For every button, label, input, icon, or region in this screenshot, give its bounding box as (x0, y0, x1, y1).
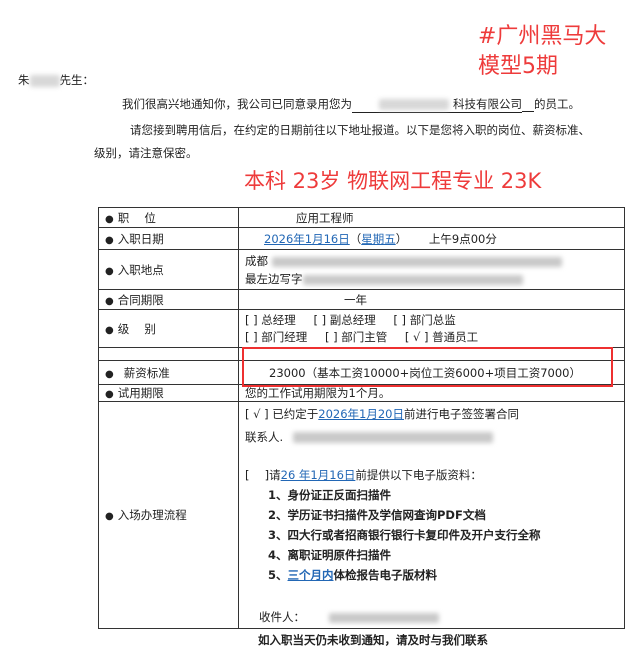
paragraph-1: 我们很高兴地通知你，我公司已同意录用您为 科技有限公司 的员工。 (122, 97, 580, 113)
level-option-director[interactable]: [ ] 部门总监 (393, 313, 455, 327)
level-option-staff[interactable]: [ √ ] 普通员工 (405, 330, 478, 344)
overlay-tag-line2: 模型5期 (478, 54, 558, 79)
bullet-icon: ● (105, 389, 114, 400)
level-option-supervisor[interactable]: [ ] 部门主管 (325, 330, 387, 344)
salary-highlight-box (242, 347, 613, 387)
doc-item-5: 5、三个月内体检报告电子版材料 (268, 568, 438, 582)
redacted-name (29, 74, 60, 87)
start-time: 上午9点00分 (428, 231, 497, 246)
bullet-icon: ● (105, 234, 114, 246)
start-weekday[interactable]: 星期五 (361, 232, 396, 246)
doc-item-4: 4、离职证明原件扫描件 (268, 548, 392, 562)
bullet-icon: ● (105, 368, 114, 380)
bullet-icon: ● (105, 511, 114, 522)
doc-item-3: 3、四大行或者招商银行银行卡复印件及开户支行全称 (268, 528, 541, 542)
probation-value: 您的工作试用期限为1个月。 (245, 386, 391, 400)
redacted-address-1 (271, 256, 562, 267)
row-level: ● 级 别 [ ] 总经理 [ ] 副总经理 [ ] 部门总监 [ ] 部门经理 … (98, 309, 625, 348)
contract-sign-date[interactable]: 2026年1月20日 (318, 407, 404, 421)
redacted-receiver (328, 612, 439, 623)
row-contract: ● 合同期限 一年 (98, 289, 625, 310)
contract-value: 一年 (344, 292, 367, 307)
redacted-company (379, 99, 449, 110)
paragraph-2-line2: 级别，请注意保密。 (94, 146, 198, 160)
bullet-icon: ● (105, 324, 114, 336)
doc-item-5-link[interactable]: 三个月内 (288, 568, 334, 582)
offer-table: ● 职 位 应用工程师 ● 入职日期 2026年1月16日（星期五） 上午9点00分… (98, 207, 625, 629)
level-option-deputy-gm[interactable]: [ ] 副总经理 (313, 313, 375, 327)
row-probation: ● 试用期限 您的工作试用期限为1个月。 (98, 384, 625, 402)
bullet-icon: ● (105, 213, 114, 225)
docs-deadline-date[interactable]: 26 年1月16日 (281, 468, 356, 482)
doc-item-1: 1、身份证正反面扫描件 (268, 488, 392, 502)
row-position: ● 职 位 应用工程师 (98, 207, 625, 228)
salutation: 朱先生： (18, 73, 94, 87)
position-value: 应用工程师 (296, 210, 354, 225)
receiver-label: 收件人： (259, 610, 305, 624)
overlay-tag-line1: #广州黑马大 (478, 24, 607, 49)
bullet-icon: ● (105, 295, 114, 307)
overlay-summary: 本科 23岁 物联网工程专业 23K (244, 169, 542, 193)
level-option-gm[interactable]: [ ] 总经理 (245, 313, 296, 327)
redacted-contact (292, 432, 493, 443)
footer-note: 如入职当天仍未收到通知，请及时与我们联系 (258, 633, 488, 647)
row-process: ● 入场办理流程 [ √ ] 已约定于2026年1月20日前进行电子签签署合同 联… (98, 401, 625, 629)
redacted-address-2 (302, 274, 523, 285)
row-location: ● 入职地点 成都 最左边写字 (98, 249, 625, 290)
bullet-icon: ● (105, 265, 114, 277)
row-start-date: ● 入职日期 2026年1月16日（星期五） 上午9点00分 (98, 227, 625, 250)
contact-label: 联系人. (245, 430, 284, 444)
doc-item-2: 2、学历证书扫描件及学信网查询PDF文档 (268, 508, 486, 522)
paragraph-2-line1: 请您接到聘用信后，在约定的日期前往以下地址报道。以下是您将入职的岗位、薪资标准、 (130, 123, 590, 137)
level-option-manager[interactable]: [ ] 部门经理 (245, 330, 307, 344)
start-date-value[interactable]: 2026年1月16日 (264, 232, 350, 246)
